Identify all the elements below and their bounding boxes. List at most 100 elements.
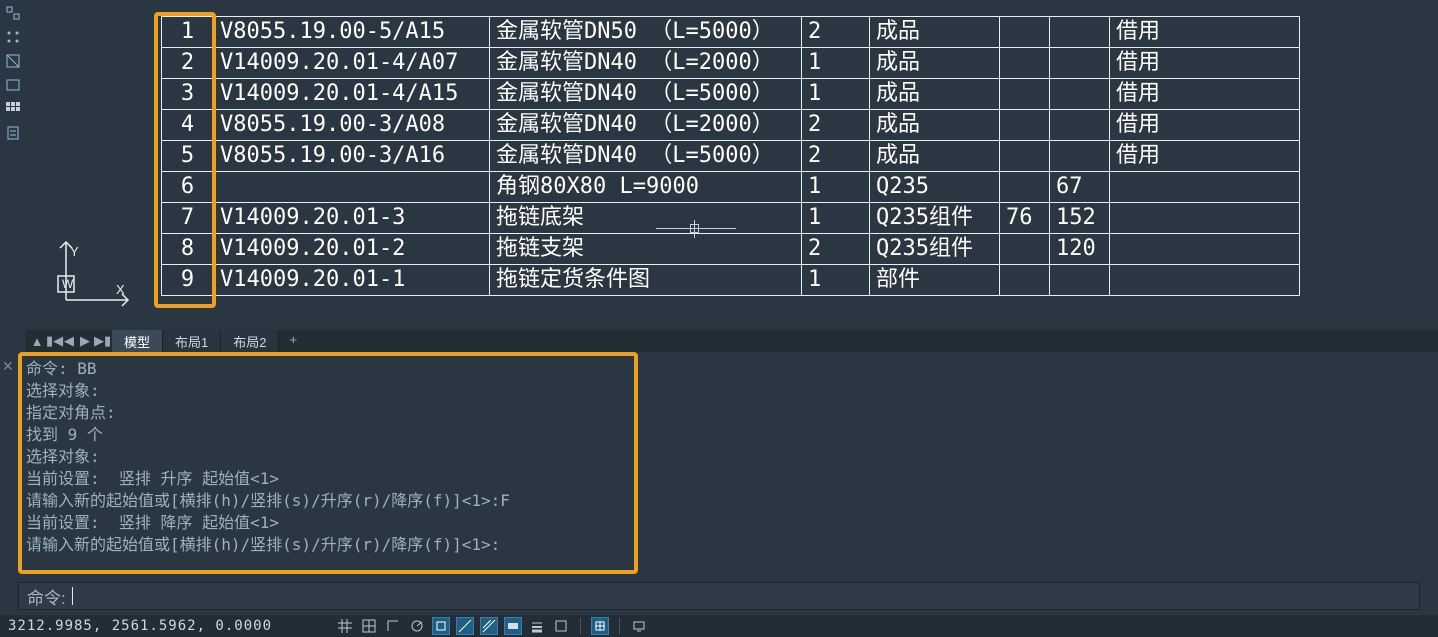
tool-icon-5[interactable] bbox=[4, 100, 22, 118]
cell-code: V14009.20.01-1 bbox=[214, 265, 490, 296]
cell-n: 8 bbox=[162, 234, 214, 265]
ucs-w: W bbox=[62, 277, 74, 291]
cell-a bbox=[1000, 141, 1050, 172]
cell-note bbox=[1110, 172, 1300, 203]
cell-b: 120 bbox=[1050, 234, 1110, 265]
cell-qty: 1 bbox=[802, 48, 870, 79]
dyn-icon[interactable] bbox=[504, 617, 522, 635]
table-row: 5V8055.19.00-3/A16金属软管DN40 （L=5000）2成品借用 bbox=[162, 141, 1300, 172]
cell-code: V14009.20.01-4/A07 bbox=[214, 48, 490, 79]
cell-qty: 1 bbox=[802, 79, 870, 110]
cell-b: 67 bbox=[1050, 172, 1110, 203]
tab-model-label: 模型 bbox=[124, 332, 150, 351]
cell-mat: 成品 bbox=[870, 110, 1000, 141]
tab-add-label: + bbox=[289, 332, 297, 347]
cell-code: V8055.19.00-5/A15 bbox=[214, 17, 490, 48]
ucs-icon: Y W X bbox=[46, 234, 136, 314]
cell-b bbox=[1050, 110, 1110, 141]
status-divider bbox=[580, 618, 581, 634]
otrack-icon[interactable] bbox=[456, 617, 474, 635]
tab-first-icon[interactable]: ▮◀ bbox=[46, 333, 60, 349]
cell-b bbox=[1050, 48, 1110, 79]
cell-mat: Q235组件 bbox=[870, 234, 1000, 265]
command-history-line: 找到 9 个 bbox=[26, 424, 1430, 446]
tab-add[interactable]: + bbox=[279, 330, 307, 352]
table-row: 8V14009.20.01-2拖链支架2Q235组件120 bbox=[162, 234, 1300, 265]
tool-icon-3[interactable] bbox=[4, 52, 22, 70]
ortho-icon[interactable] bbox=[384, 617, 402, 635]
tab-prev-icon[interactable]: ◀ bbox=[62, 333, 76, 349]
tool-icon-2[interactable] bbox=[4, 28, 22, 46]
cell-code: V14009.20.01-3 bbox=[214, 203, 490, 234]
lwt-icon[interactable] bbox=[528, 617, 546, 635]
table-row: 7V14009.20.01-3拖链底架1Q235组件76152 bbox=[162, 203, 1300, 234]
close-icon[interactable]: ✕ bbox=[2, 358, 14, 375]
cell-a bbox=[1000, 110, 1050, 141]
cell-a bbox=[1000, 17, 1050, 48]
cell-b bbox=[1050, 141, 1110, 172]
cell-mat: Q235组件 bbox=[870, 203, 1000, 234]
drawing-canvas[interactable]: 1V8055.19.00-5/A15金属软管DN50 （L=5000）2成品借用… bbox=[26, 0, 1438, 330]
command-input[interactable]: 命令: bbox=[18, 582, 1420, 610]
tool-icon-1[interactable] bbox=[4, 4, 22, 22]
layout-tabs-bar: ▲ ▮◀ ◀ ▶ ▶▮ 模型 布局1 布局2 + bbox=[26, 330, 1438, 352]
monitor-icon[interactable] bbox=[630, 617, 648, 635]
cell-qty: 2 bbox=[802, 141, 870, 172]
status-divider-2 bbox=[619, 618, 620, 634]
cell-code: V14009.20.01-2 bbox=[214, 234, 490, 265]
cell-desc: 金属软管DN40 （L=5000） bbox=[490, 79, 802, 110]
command-history-line: 指定对角点: bbox=[26, 402, 1430, 424]
cell-note: 借用 bbox=[1110, 17, 1300, 48]
table-row: 3V14009.20.01-4/A15金属软管DN40 （L=5000）1成品 借… bbox=[162, 79, 1300, 110]
cell-n: 3 bbox=[162, 79, 214, 110]
cell-note: 借用 bbox=[1110, 79, 1300, 110]
tab-model[interactable]: 模型 bbox=[112, 330, 163, 352]
cell-desc: 金属软管DN40 （L=5000） bbox=[490, 141, 802, 172]
ucs-x: X bbox=[116, 282, 125, 297]
tab-scroll-up-icon[interactable]: ▲ bbox=[30, 334, 44, 349]
cell-n: 9 bbox=[162, 265, 214, 296]
table-row: 9V14009.20.01-1拖链定货条件图1部件 bbox=[162, 265, 1300, 296]
command-history-line: 当前设置: 竖排 降序 起始值<1> bbox=[26, 512, 1430, 534]
tool-icon-4[interactable] bbox=[4, 76, 22, 94]
tab-last-icon[interactable]: ▶▮ bbox=[94, 333, 108, 349]
cell-desc: 金属软管DN50 （L=5000） bbox=[490, 17, 802, 48]
cell-a bbox=[1000, 79, 1050, 110]
osnap-icon[interactable] bbox=[432, 617, 450, 635]
cell-b bbox=[1050, 265, 1110, 296]
cell-b bbox=[1050, 79, 1110, 110]
tool-icon-6[interactable] bbox=[4, 124, 22, 142]
command-history-line: 选择对象: bbox=[26, 446, 1430, 468]
cell-mat: 成品 bbox=[870, 141, 1000, 172]
model-icon[interactable] bbox=[552, 617, 570, 635]
cell-qty: 1 bbox=[802, 265, 870, 296]
tab-next-icon[interactable]: ▶ bbox=[78, 333, 92, 349]
cell-mat: 成品 bbox=[870, 79, 1000, 110]
cell-code bbox=[214, 172, 490, 203]
cell-note bbox=[1110, 265, 1300, 296]
lineweight-icon[interactable] bbox=[480, 617, 498, 635]
cell-desc: 拖链定货条件图 bbox=[490, 265, 802, 296]
command-history-line: 请输入新的起始值或[横排(h)/竖排(s)/升序(r)/降序(f)]<1>: bbox=[26, 534, 1430, 556]
tab-layout2[interactable]: 布局2 bbox=[221, 330, 279, 352]
grid-icon[interactable] bbox=[336, 617, 354, 635]
cell-desc: 金属软管DN40 （L=2000） bbox=[490, 110, 802, 141]
cell-n: 4 bbox=[162, 110, 214, 141]
cell-code: V14009.20.01-4/A15 bbox=[214, 79, 490, 110]
tab-layout1[interactable]: 布局1 bbox=[163, 330, 221, 352]
cell-a bbox=[1000, 265, 1050, 296]
cell-qty: 1 bbox=[802, 172, 870, 203]
cell-b bbox=[1050, 17, 1110, 48]
addsel-icon[interactable] bbox=[591, 617, 609, 635]
table-row: 2V14009.20.01-4/A07金属软管DN40 （L=2000）1成品借… bbox=[162, 48, 1300, 79]
cell-note: 借用 bbox=[1110, 141, 1300, 172]
cell-qty: 1 bbox=[802, 203, 870, 234]
status-coordinates: 3212.9985, 2561.5962, 0.0000 bbox=[8, 618, 328, 634]
snap-icon[interactable] bbox=[360, 617, 378, 635]
ucs-y: Y bbox=[70, 244, 79, 259]
cell-n: 6 bbox=[162, 172, 214, 203]
polar-icon[interactable] bbox=[408, 617, 426, 635]
command-history-line: 请输入新的起始值或[横排(h)/竖排(s)/升序(r)/降序(f)]<1>:F bbox=[26, 490, 1430, 512]
left-toolbar bbox=[0, 0, 26, 330]
cell-note bbox=[1110, 203, 1300, 234]
